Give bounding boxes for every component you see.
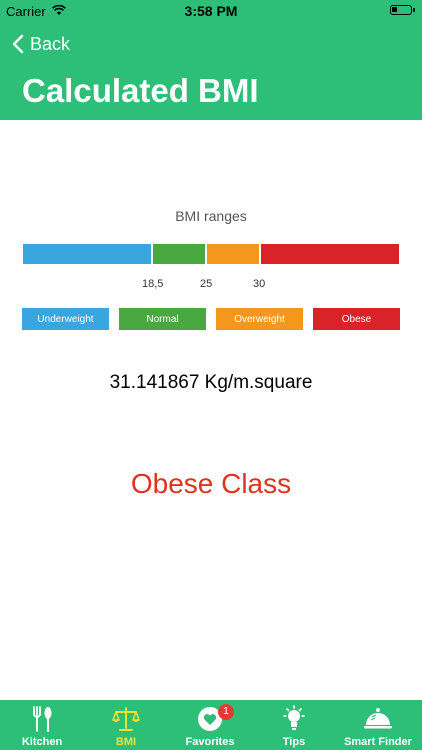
tab-kitchen[interactable]: Kitchen bbox=[0, 700, 84, 750]
battery-icon bbox=[390, 5, 415, 15]
legend-obese: Obese bbox=[313, 308, 400, 330]
bmi-ranges-title: BMI ranges bbox=[175, 208, 247, 224]
tab-bar: Kitchen BMI 1 Favorites Tips Smart Finde… bbox=[0, 700, 422, 750]
tab-label: Smart Finder bbox=[344, 736, 412, 748]
tab-smart-finder[interactable]: Smart Finder bbox=[336, 700, 422, 750]
tab-bmi[interactable]: BMI bbox=[84, 700, 168, 750]
header: Carrier 3:58 PM Back Calculated BMI bbox=[0, 0, 422, 120]
bmi-value: 31.141867 Kg/m.square bbox=[109, 372, 313, 393]
tab-label: Tips bbox=[282, 736, 306, 748]
range-bar-normal bbox=[153, 244, 205, 264]
favorites-badge: 1 bbox=[218, 704, 234, 720]
fork-spoon-icon bbox=[0, 704, 84, 734]
scale-icon bbox=[84, 704, 168, 734]
legend-underweight: Underweight bbox=[22, 308, 109, 330]
cloche-icon bbox=[336, 704, 420, 734]
tab-tips[interactable]: Tips bbox=[252, 700, 336, 750]
tab-label: BMI bbox=[115, 736, 137, 748]
tick-label: 25 bbox=[200, 278, 213, 290]
range-bar-obese bbox=[261, 244, 399, 264]
back-label: Back bbox=[30, 33, 71, 54]
tab-label: Favorites bbox=[185, 736, 235, 748]
tab-favorites[interactable]: 1 Favorites bbox=[168, 700, 252, 750]
legend-overweight: Overweight bbox=[216, 308, 303, 330]
tab-label: Kitchen bbox=[21, 736, 63, 748]
tick-label: 30 bbox=[253, 278, 266, 290]
chevron-left-icon bbox=[12, 34, 24, 54]
lightbulb-icon bbox=[252, 704, 336, 734]
bmi-class-label: Obese Class bbox=[130, 468, 292, 499]
tick-label: 18,5 bbox=[142, 278, 164, 290]
page-title: Calculated BMI bbox=[22, 72, 259, 109]
legend-normal: Normal bbox=[119, 308, 206, 330]
clock-time: 3:58 PM bbox=[184, 3, 238, 19]
range-bar-underweight bbox=[23, 244, 151, 264]
back-button[interactable]: Back bbox=[12, 32, 70, 56]
range-bar-overweight bbox=[207, 244, 259, 264]
status-bar: Carrier 3:58 PM bbox=[0, 0, 422, 22]
heart-icon bbox=[168, 704, 252, 734]
